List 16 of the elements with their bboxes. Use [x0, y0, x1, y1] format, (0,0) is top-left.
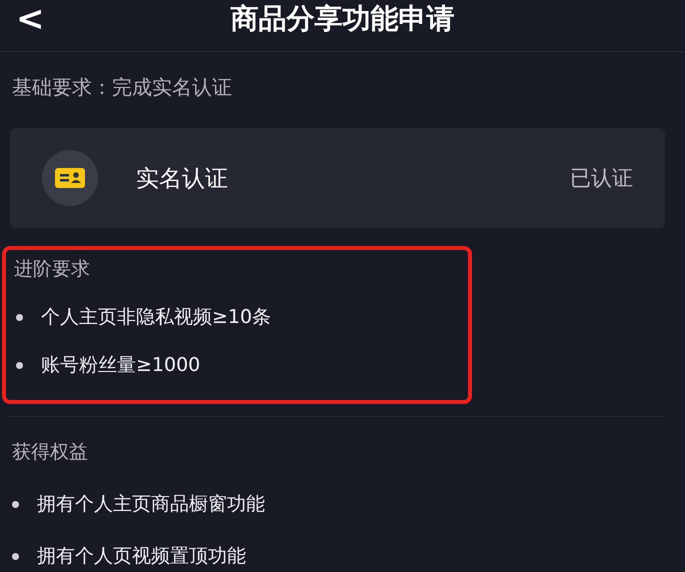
verification-label: 实名认证 — [136, 164, 229, 194]
verification-status: 已认证 — [570, 165, 633, 192]
verification-card[interactable]: 实名认证 已认证 — [10, 128, 665, 228]
benefit-text: 拥有个人页视频置顶功能 — [37, 544, 246, 569]
requirement-text: 账号粉丝量≥1000 — [41, 353, 200, 378]
basic-requirement-text: 基础要求：完成实名认证 — [11, 74, 233, 101]
back-button[interactable]: < — [16, 2, 44, 36]
bullet-icon — [12, 552, 19, 560]
bullet-icon — [12, 500, 19, 508]
bullet-icon — [16, 362, 23, 368]
page-title: 商品分享功能申请 — [230, 0, 454, 36]
section-heading: 获得权益 — [12, 440, 89, 465]
bullet-icon — [16, 314, 23, 320]
section-heading: 进阶要求 — [14, 257, 91, 282]
requirement-text: 个人主页非隐私视频≥10条 — [41, 305, 272, 330]
benefit-text: 拥有个人主页商品橱窗功能 — [37, 492, 265, 517]
